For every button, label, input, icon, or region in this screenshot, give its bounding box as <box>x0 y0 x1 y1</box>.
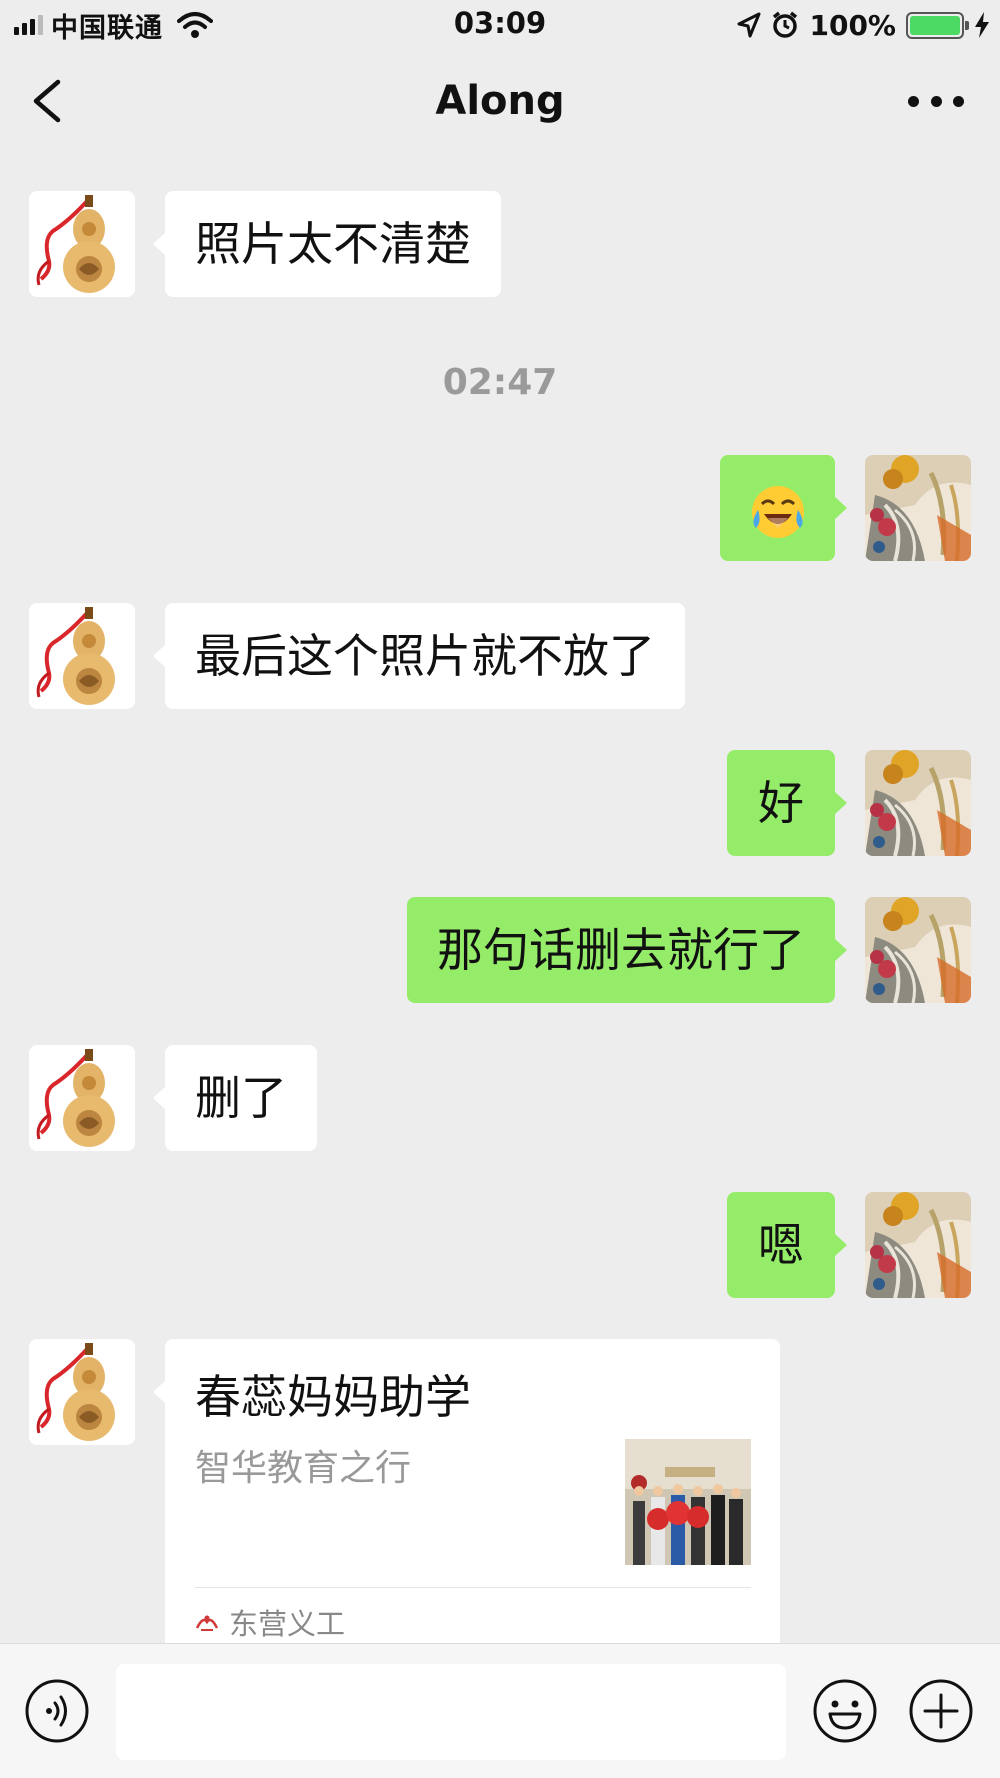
status-bar: 中国联通 03:09 100% <box>0 0 1000 50</box>
link-thumbnail <box>625 1439 751 1565</box>
outgoing-message[interactable]: 那句话删去就行了 <box>407 897 847 1003</box>
charging-icon <box>975 12 989 38</box>
link-source: 东营义工 <box>195 1601 345 1643</box>
contact-avatar[interactable] <box>29 1339 135 1445</box>
outgoing-message[interactable] <box>720 455 847 561</box>
voice-icon[interactable] <box>24 1678 90 1744</box>
plus-icon[interactable] <box>908 1678 974 1744</box>
outgoing-message[interactable]: 好 <box>727 750 847 856</box>
link-description: 智华教育之行 <box>195 1448 412 1489</box>
battery-percent: 100% <box>809 8 896 42</box>
incoming-message[interactable]: 照片太不清楚 <box>153 191 501 297</box>
more-dots-icon[interactable] <box>908 88 964 114</box>
crying-laughing-emoji-icon <box>751 485 804 538</box>
my-avatar[interactable] <box>865 897 971 1003</box>
status-right: 100% <box>737 8 990 42</box>
incoming-message[interactable]: 删了 <box>153 1045 317 1151</box>
battery-icon <box>906 11 969 39</box>
contact-avatar[interactable] <box>29 1045 135 1151</box>
my-avatar[interactable] <box>865 455 971 561</box>
link-title: 春蕊妈妈助学 <box>195 1370 471 1424</box>
outgoing-message[interactable]: 嗯 <box>727 1192 847 1298</box>
card-divider <box>195 1587 751 1588</box>
emoji-icon[interactable] <box>812 1678 878 1744</box>
nav-bar: Along <box>0 50 1000 152</box>
input-bar <box>0 1643 1000 1778</box>
message-timestamp: 02:47 <box>442 362 558 403</box>
message-input[interactable] <box>116 1664 786 1760</box>
alarm-icon <box>773 11 798 38</box>
location-icon <box>737 12 761 38</box>
my-avatar[interactable] <box>865 750 971 856</box>
contact-avatar[interactable] <box>29 603 135 709</box>
incoming-message[interactable]: 最后这个照片就不放了 <box>153 603 685 709</box>
link-source-name: 东营义工 <box>229 1607 346 1641</box>
contact-avatar[interactable] <box>29 191 135 297</box>
source-logo-icon <box>195 1615 219 1631</box>
chat-title: Along <box>435 78 565 124</box>
my-avatar[interactable] <box>865 1192 971 1298</box>
